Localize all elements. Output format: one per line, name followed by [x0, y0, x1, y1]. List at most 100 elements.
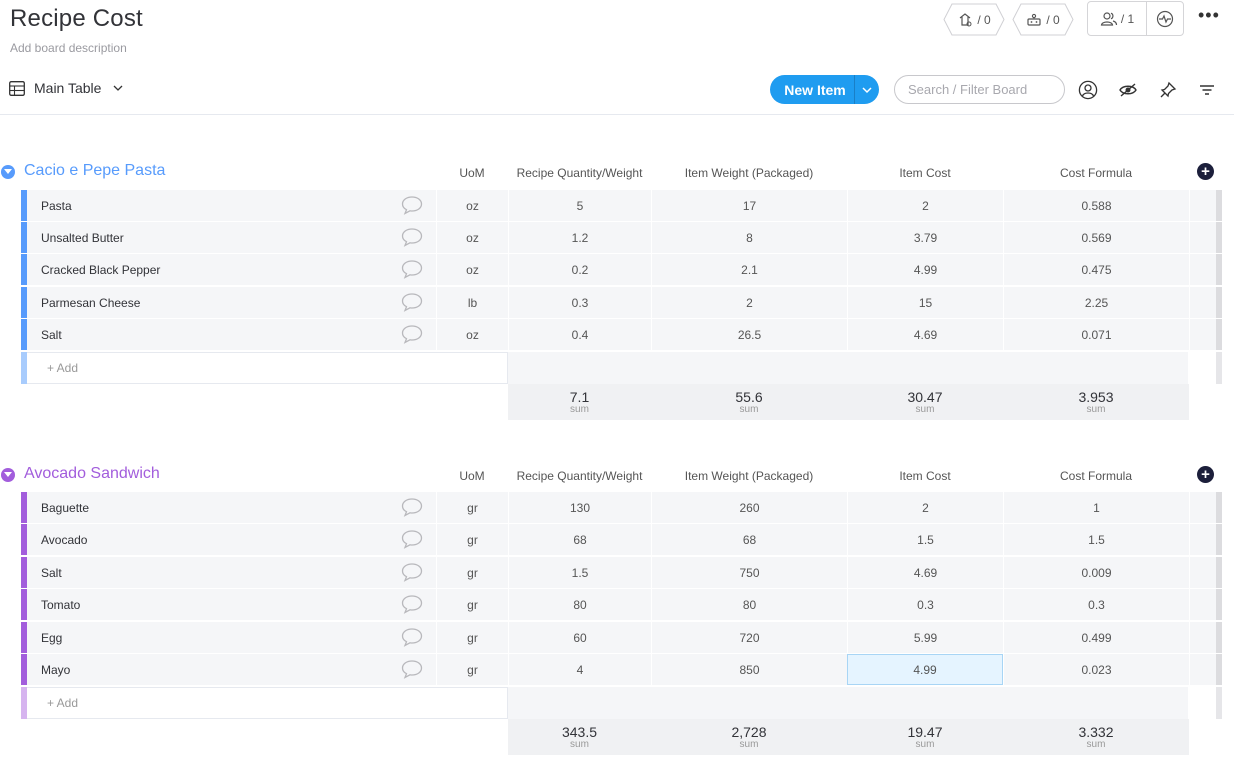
- table-row[interactable]: Tomato gr 80 80 0.3 0.3: [21, 589, 1222, 621]
- column-header-item-weight[interactable]: Item Weight (Packaged): [651, 166, 847, 180]
- comment-bubble-icon[interactable]: [401, 529, 423, 549]
- add-item-input[interactable]: + Add: [27, 687, 508, 719]
- cell-uom[interactable]: gr: [436, 524, 508, 555]
- table-row[interactable]: Egg gr 60 720 5.99 0.499: [21, 622, 1222, 654]
- board-title[interactable]: Recipe Cost: [10, 5, 143, 33]
- cell-cost-formula[interactable]: 0.588: [1003, 190, 1189, 221]
- cell-recipe-quantity[interactable]: 60: [508, 622, 651, 653]
- cell-recipe-quantity[interactable]: 0.4: [508, 319, 651, 350]
- add-column-button[interactable]: +: [1197, 163, 1214, 180]
- column-header-uom[interactable]: UoM: [436, 469, 508, 483]
- cell-cost-formula[interactable]: 0.475: [1003, 254, 1189, 285]
- cell-uom[interactable]: oz: [436, 319, 508, 350]
- column-header-item-weight[interactable]: Item Weight (Packaged): [651, 469, 847, 483]
- cell-item-weight[interactable]: 80: [651, 589, 847, 620]
- item-name[interactable]: Salt: [41, 566, 62, 580]
- comment-bubble-icon[interactable]: [401, 659, 423, 679]
- comment-bubble-icon[interactable]: [401, 292, 423, 312]
- item-name[interactable]: Baguette: [41, 501, 89, 515]
- cell-item-cost[interactable]: 4.69: [847, 319, 1003, 350]
- column-header-item-cost[interactable]: Item Cost: [847, 469, 1003, 483]
- item-name[interactable]: Egg: [41, 631, 62, 645]
- table-row[interactable]: Mayo gr 4 850 4.99 0.023: [21, 654, 1222, 686]
- comment-bubble-icon[interactable]: [401, 324, 423, 344]
- item-name[interactable]: Parmesan Cheese: [41, 296, 140, 310]
- cell-uom[interactable]: gr: [436, 654, 508, 685]
- add-item-row[interactable]: + Add: [21, 687, 1222, 719]
- cell-cost-formula[interactable]: 0.071: [1003, 319, 1189, 350]
- cell-cost-formula[interactable]: 0.023: [1003, 654, 1189, 685]
- table-row[interactable]: Unsalted Butter oz 1.2 8 3.79 0.569: [21, 222, 1222, 254]
- cell-item-weight[interactable]: 68: [651, 524, 847, 555]
- cell-recipe-quantity[interactable]: 4: [508, 654, 651, 685]
- cell-item-weight[interactable]: 260: [651, 492, 847, 523]
- comment-bubble-icon[interactable]: [401, 627, 423, 647]
- activity-log-button[interactable]: [1147, 10, 1183, 28]
- more-options-icon[interactable]: •••: [1198, 6, 1220, 24]
- cell-uom[interactable]: gr: [436, 622, 508, 653]
- pin-button[interactable]: [1157, 79, 1179, 101]
- new-item-button[interactable]: New Item: [770, 75, 879, 104]
- cell-uom[interactable]: oz: [436, 190, 508, 221]
- cell-cost-formula[interactable]: 0.009: [1003, 557, 1189, 588]
- comment-bubble-icon[interactable]: [401, 497, 423, 517]
- cell-item-cost[interactable]: 5.99: [847, 622, 1003, 653]
- cell-recipe-quantity[interactable]: 0.3: [508, 287, 651, 318]
- group-title[interactable]: Avocado Sandwich: [24, 465, 160, 483]
- cell-item-weight[interactable]: 26.5: [651, 319, 847, 350]
- item-name[interactable]: Tomato: [41, 598, 80, 612]
- add-column-button[interactable]: +: [1197, 466, 1214, 483]
- cell-item-cost[interactable]: 3.79: [847, 222, 1003, 253]
- column-header-recipe-quantity[interactable]: Recipe Quantity/Weight: [508, 166, 651, 180]
- cell-recipe-quantity[interactable]: 1.2: [508, 222, 651, 253]
- cell-uom[interactable]: oz: [436, 222, 508, 253]
- table-row[interactable]: Avocado gr 68 68 1.5 1.5: [21, 524, 1222, 556]
- table-row[interactable]: Pasta oz 5 17 2 0.588: [21, 190, 1222, 222]
- cell-recipe-quantity[interactable]: 0.2: [508, 254, 651, 285]
- cell-uom[interactable]: oz: [436, 254, 508, 285]
- cell-recipe-quantity[interactable]: 5: [508, 190, 651, 221]
- cell-item-weight[interactable]: 2.1: [651, 254, 847, 285]
- new-item-dropdown[interactable]: [854, 75, 879, 104]
- cell-recipe-quantity[interactable]: 68: [508, 524, 651, 555]
- cell-item-weight[interactable]: 850: [651, 654, 847, 685]
- cell-item-cost[interactable]: 2: [847, 190, 1003, 221]
- activity-badge[interactable]: / 0: [943, 3, 1005, 36]
- cell-uom[interactable]: lb: [436, 287, 508, 318]
- comment-bubble-icon[interactable]: [401, 227, 423, 247]
- cell-item-cost[interactable]: 2: [847, 492, 1003, 523]
- table-row[interactable]: Salt oz 0.4 26.5 4.69 0.071: [21, 319, 1222, 351]
- cell-item-cost[interactable]: 0.3: [847, 589, 1003, 620]
- search-input[interactable]: [894, 75, 1065, 104]
- column-header-uom[interactable]: UoM: [436, 166, 508, 180]
- item-name[interactable]: Avocado: [41, 533, 87, 547]
- group-collapse-toggle[interactable]: [1, 468, 15, 482]
- comment-bubble-icon[interactable]: [401, 594, 423, 614]
- table-row[interactable]: Salt gr 1.5 750 4.69 0.009: [21, 557, 1222, 589]
- cell-item-cost[interactable]: 4.99: [847, 254, 1003, 285]
- board-description[interactable]: Add board description: [10, 41, 127, 55]
- column-header-recipe-quantity[interactable]: Recipe Quantity/Weight: [508, 469, 651, 483]
- cell-cost-formula[interactable]: 1: [1003, 492, 1189, 523]
- column-header-item-cost[interactable]: Item Cost: [847, 166, 1003, 180]
- hide-columns-button[interactable]: [1117, 79, 1139, 101]
- item-name[interactable]: Mayo: [41, 663, 70, 677]
- integrations-badge[interactable]: / 0: [1012, 3, 1074, 36]
- persons-button[interactable]: / 1: [1088, 2, 1147, 35]
- column-header-cost-formula[interactable]: Cost Formula: [1003, 166, 1189, 180]
- cell-item-weight[interactable]: 2: [651, 287, 847, 318]
- cell-cost-formula[interactable]: 0.499: [1003, 622, 1189, 653]
- cell-cost-formula[interactable]: 0.3: [1003, 589, 1189, 620]
- table-row[interactable]: Baguette gr 130 260 2 1: [21, 492, 1222, 524]
- cell-item-cost[interactable]: 4.69: [847, 557, 1003, 588]
- comment-bubble-icon[interactable]: [401, 562, 423, 582]
- comment-bubble-icon[interactable]: [401, 259, 423, 279]
- cell-item-weight[interactable]: 720: [651, 622, 847, 653]
- filter-button[interactable]: [1196, 79, 1218, 101]
- group-title[interactable]: Cacio e Pepe Pasta: [24, 162, 165, 180]
- column-header-cost-formula[interactable]: Cost Formula: [1003, 469, 1189, 483]
- cell-item-weight[interactable]: 750: [651, 557, 847, 588]
- table-row[interactable]: Cracked Black Pepper oz 0.2 2.1 4.99 0.4…: [21, 254, 1222, 286]
- item-name[interactable]: Unsalted Butter: [41, 231, 124, 245]
- item-name[interactable]: Salt: [41, 328, 62, 342]
